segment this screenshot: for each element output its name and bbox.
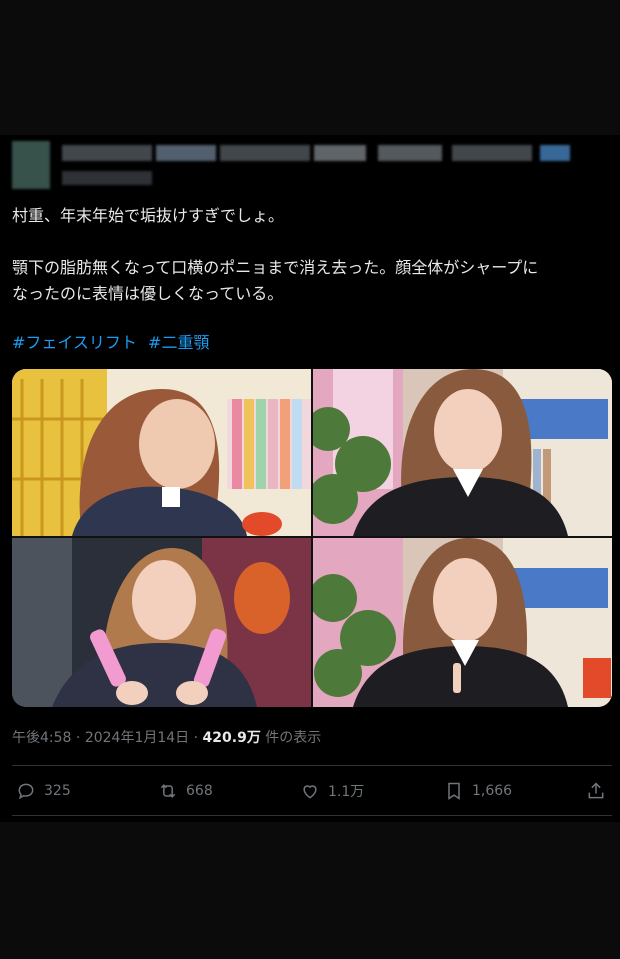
photo-bottom-right[interactable] (313, 538, 612, 707)
repost-icon (160, 784, 176, 798)
tweet-date[interactable]: 2024年1月14日 (85, 730, 189, 746)
tweet-time[interactable]: 午後4:58 (12, 730, 71, 746)
photo-bottom-left[interactable] (12, 538, 311, 707)
divider-top (12, 765, 612, 766)
like-count: 1.1万 (328, 784, 365, 800)
top-black-band (0, 0, 620, 135)
tweet-text-paragraph: 顎下の脂肪無くなって口横のポニョまで消え去った。顔全体がシャープに なったのに表… (12, 255, 612, 307)
tweet-meta: 午後4:58 · 2024年1月14日 · 420.9万 件の表示 (12, 727, 321, 747)
bookmark-button[interactable]: 1,666 (444, 776, 512, 806)
reply-button[interactable]: 325 (16, 776, 71, 806)
hashtag-double-chin[interactable]: #二重顎 (148, 333, 209, 352)
photo-top-right[interactable] (313, 369, 612, 536)
share-icon (588, 782, 604, 799)
author-header-censored (0, 135, 620, 197)
reply-icon (18, 783, 34, 800)
bookmark-count: 1,666 (472, 783, 513, 799)
media-grid (12, 369, 612, 707)
repost-count: 668 (186, 783, 213, 799)
meta-separator: · (75, 730, 81, 746)
meta-separator-2: · (193, 730, 199, 746)
action-bar: 325 668 1.1万 1,666 (0, 776, 620, 806)
bottom-black-band (0, 822, 620, 959)
tweet-text-line-1: 村重、年末年始で垢抜けすぎでしょ。 (12, 206, 285, 225)
share-button[interactable] (586, 776, 606, 806)
like-button[interactable]: 1.1万 (300, 776, 364, 806)
like-icon (303, 785, 317, 799)
view-count-suffix: 件の表示 (265, 730, 322, 746)
hashtag-face-lift[interactable]: #フェイスリフト (12, 333, 137, 352)
photo-top-left[interactable] (12, 369, 311, 536)
tweet-text-line-2b: なったのに表情は優しくなっている。 (12, 284, 284, 303)
repost-button[interactable]: 668 (158, 776, 213, 806)
reply-count: 325 (44, 783, 71, 799)
divider-bottom (12, 815, 612, 816)
view-count: 420.9万 (202, 730, 261, 746)
bookmark-icon (448, 782, 460, 800)
hashtags: #フェイスリフト #二重顎 (12, 330, 215, 356)
tweet-text-line-2a: 顎下の脂肪無くなって口横のポニョまで消え去った。顔全体がシャープに (12, 258, 539, 277)
